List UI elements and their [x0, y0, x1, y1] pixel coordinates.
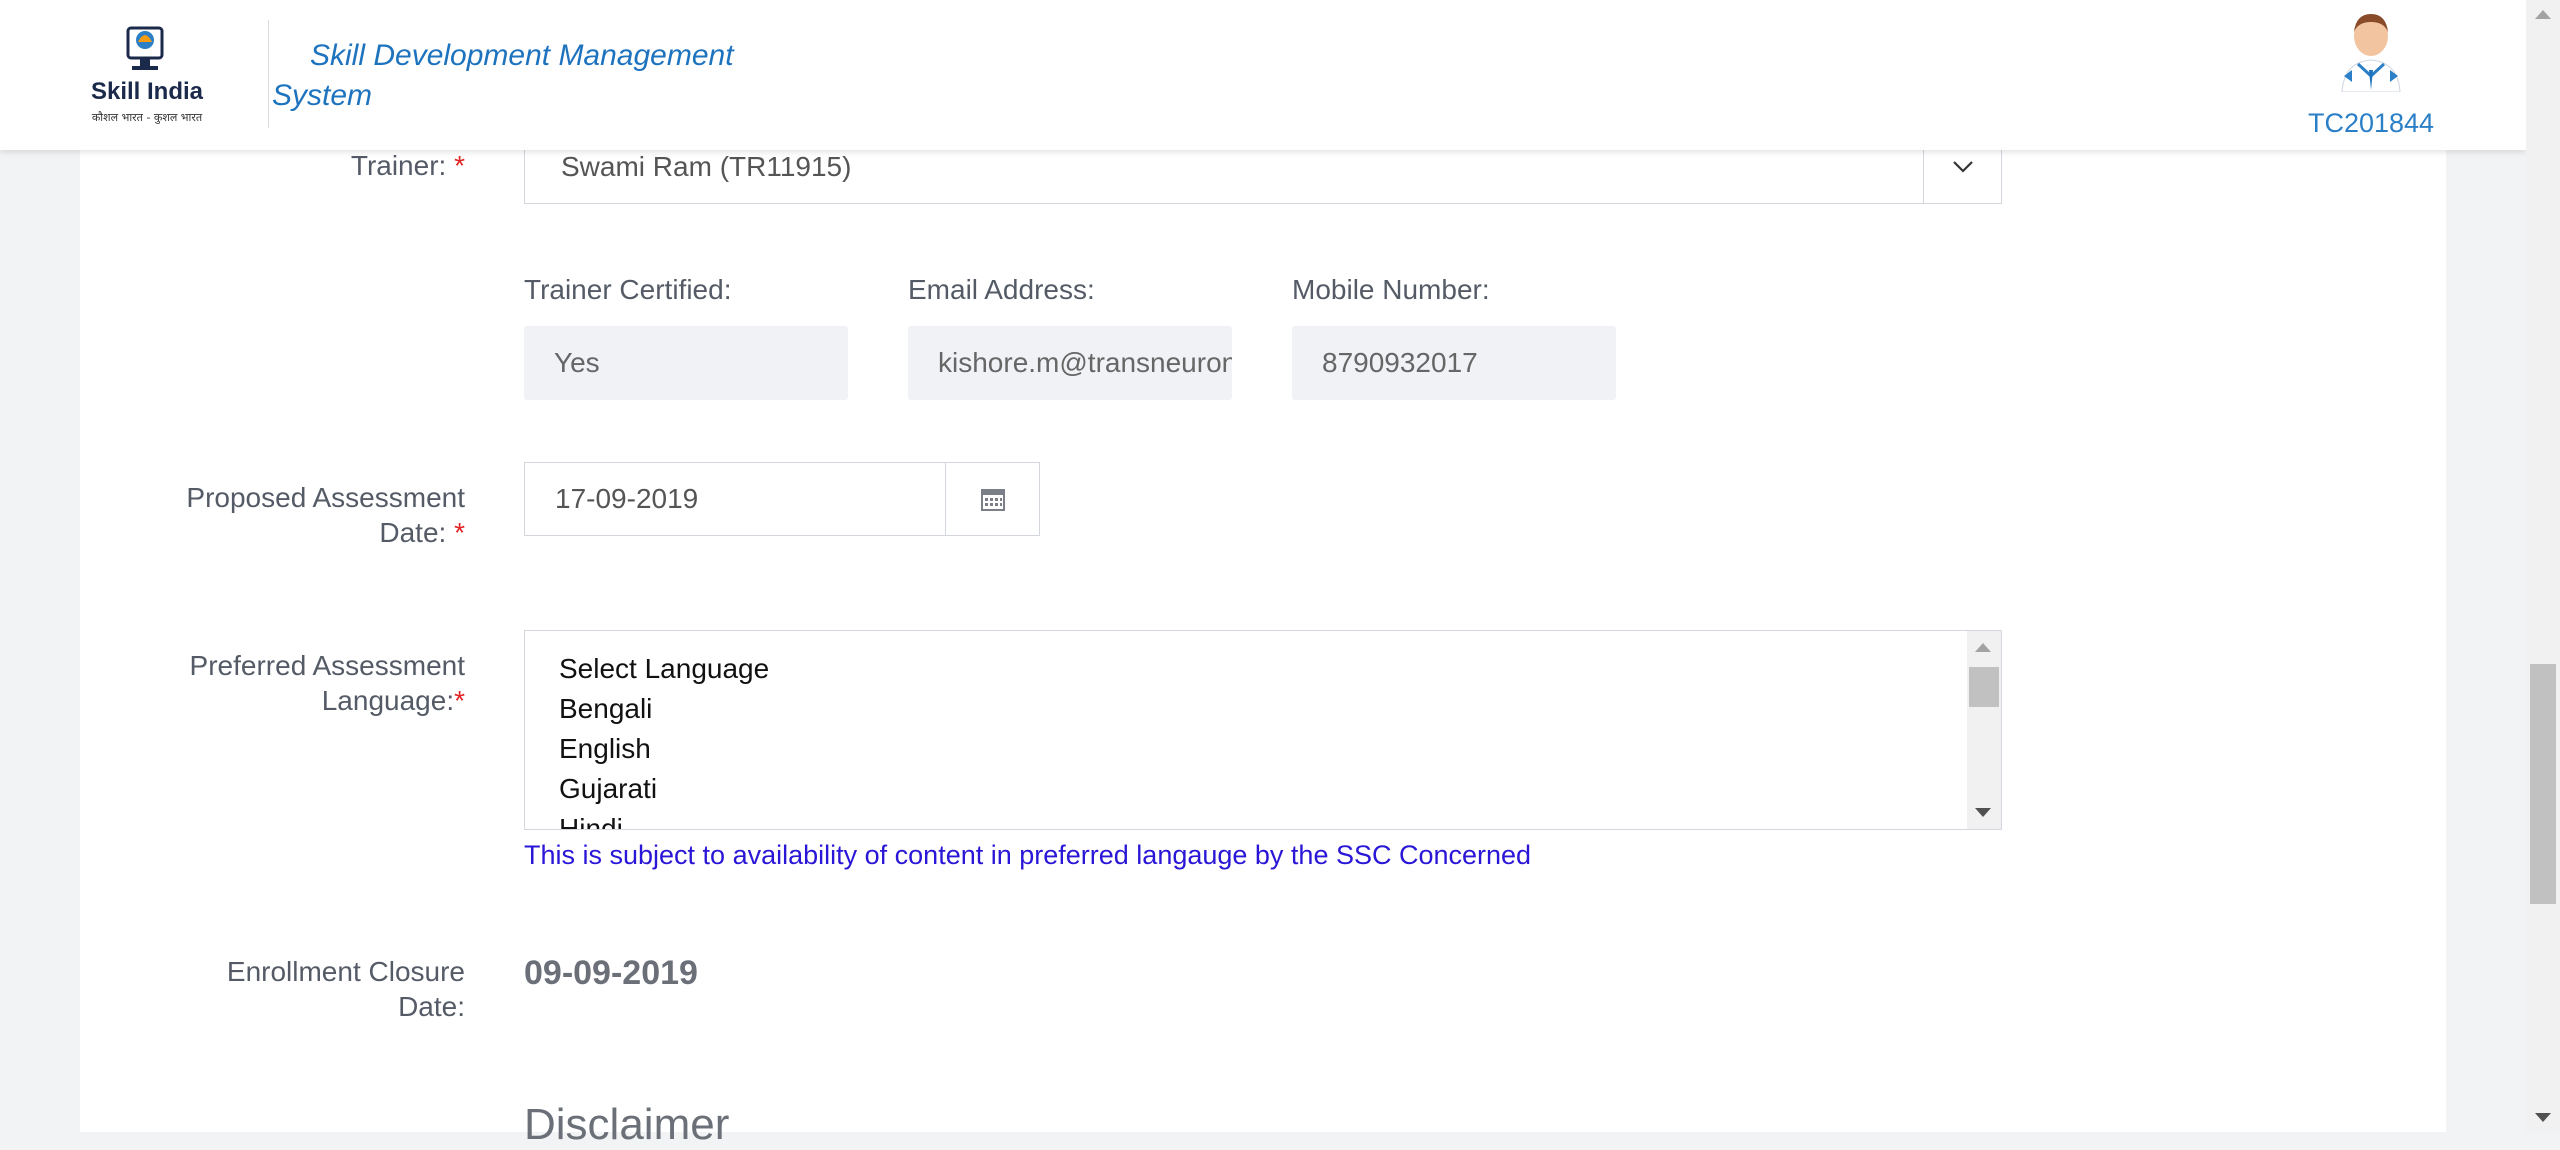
logo-emblem-icon	[126, 26, 164, 70]
chevron-down-icon	[1952, 161, 1973, 173]
trainer-certified-value: Yes	[554, 347, 600, 378]
trainer-certified-label: Trainer Certified:	[524, 274, 732, 305]
scroll-down-arrow-icon[interactable]	[2535, 1113, 2551, 1122]
language-option[interactable]: Hindi	[525, 809, 769, 829]
disclaimer-heading: Disclaimer	[524, 1100, 730, 1149]
trainer-label: Trainer: *	[80, 148, 465, 183]
assessment-date-input[interactable]: 17-09-2019	[524, 462, 946, 536]
app-title: Skill Development Management System	[272, 36, 752, 116]
mobile-value: 8790932017	[1322, 347, 1478, 378]
mobile-label: Mobile Number:	[1292, 274, 1490, 305]
assessment-date-label-line1: Proposed Assessment	[186, 482, 465, 513]
enrollment-closure-label-line2: Date:	[398, 991, 465, 1022]
language-label-line1: Preferred Assessment	[189, 650, 465, 681]
scroll-up-arrow-icon[interactable]	[2535, 10, 2551, 19]
assessment-date-label: Proposed Assessment Date: *	[80, 480, 465, 550]
language-listbox[interactable]: Select Language Bengali English Gujarati…	[524, 630, 2002, 830]
mobile-field: 8790932017	[1292, 326, 1616, 400]
enrollment-closure-label: Enrollment Closure Date:	[80, 954, 465, 1024]
email-label: Email Address:	[908, 274, 1095, 305]
language-list-scrollbar[interactable]	[1967, 631, 2001, 829]
app-title-line1: Skill Development Management	[310, 39, 734, 72]
top-header: Skill India कौशल भारत - कुशल भारत Skill …	[0, 0, 2526, 150]
language-label: Preferred Assessment Language:*	[80, 648, 465, 718]
calendar-button[interactable]	[946, 462, 1040, 536]
enrollment-closure-value: 09-09-2019	[524, 954, 698, 992]
required-mark: *	[454, 685, 465, 716]
logo-tagline: कौशल भारत - कुशल भारत	[91, 111, 203, 124]
page-scrollbar[interactable]	[2526, 0, 2560, 1132]
scrollbar-thumb[interactable]	[1969, 667, 1999, 707]
language-option[interactable]: Select Language	[525, 649, 769, 689]
trainer-certified-field: Yes	[524, 326, 848, 400]
language-option[interactable]: English	[525, 729, 769, 769]
email-field: kishore.m@transneuron.com	[908, 326, 1232, 400]
page-scrollbar-thumb[interactable]	[2530, 664, 2556, 904]
language-option[interactable]: Bengali	[525, 689, 769, 729]
scroll-up-arrow-icon[interactable]	[1975, 643, 1991, 652]
user-menu[interactable]: TC201844	[2296, 12, 2446, 146]
app-title-line2: System	[272, 79, 373, 112]
header-divider	[268, 20, 269, 128]
trainer-label-text: Trainer:	[350, 150, 447, 181]
user-id: TC201844	[2307, 108, 2435, 138]
scroll-down-arrow-icon[interactable]	[1975, 808, 1991, 817]
trainer-select-value: Swami Ram (TR11915)	[561, 151, 852, 182]
language-option[interactable]: Gujarati	[525, 769, 769, 809]
assessment-date-label-line2: Date:	[379, 517, 447, 548]
calendar-icon	[980, 489, 1005, 511]
required-mark: *	[454, 150, 465, 181]
required-mark: *	[454, 517, 465, 548]
logo-text: Skill India	[90, 78, 204, 105]
user-avatar-icon	[2341, 14, 2401, 92]
email-value: kishore.m@transneuron.com	[938, 347, 1232, 378]
enrollment-closure-label-line1: Enrollment Closure	[226, 956, 465, 987]
language-label-line2: Language:	[321, 685, 455, 716]
assessment-date-value: 17-09-2019	[555, 483, 699, 514]
skill-india-logo[interactable]: Skill India कौशल भारत - कुशल भारत	[80, 22, 210, 132]
language-availability-note: This is subject to availability of conte…	[524, 840, 1532, 870]
